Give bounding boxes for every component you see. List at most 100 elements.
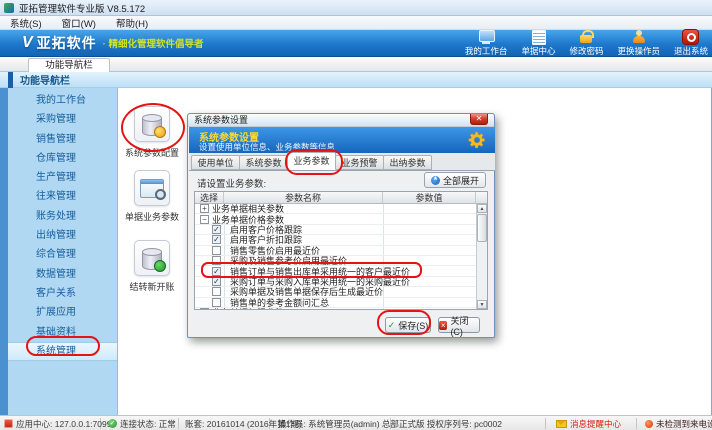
- sidebar-item[interactable]: 基础资料: [8, 323, 117, 342]
- scroll-up-icon[interactable]: ▲: [477, 204, 487, 213]
- toolbar-button-lock[interactable]: 修改密码: [569, 30, 603, 57]
- status-item-label: 连接状态: 正常: [120, 418, 176, 430]
- app-window: 亚拓管理软件专业版 V8.5.172 系统(S) 窗口(W) 帮助(H) V 亚拓软…: [0, 0, 712, 430]
- dialog-tab[interactable]: 业务预警: [335, 155, 384, 170]
- group-row-label: 业务单据权限参数: [212, 306, 284, 310]
- sidebar-item[interactable]: 仓库管理: [8, 149, 117, 168]
- dialog-titlebar[interactable]: 系统参数设置: [188, 114, 494, 127]
- toolbar-button-label: 我的工作台: [465, 45, 508, 57]
- database-sync-icon: [142, 249, 162, 270]
- close-button[interactable]: × 关闭(C): [438, 317, 480, 333]
- alert-dot-icon: [645, 420, 653, 428]
- toolbar-button-user[interactable]: 更换操作员: [617, 30, 660, 57]
- toolbar-button-power[interactable]: 退出系统: [674, 30, 708, 57]
- user-icon: [631, 30, 647, 44]
- table-header-spacer: [476, 192, 487, 203]
- check-icon: ✓: [388, 320, 396, 331]
- workspace-shortcut-label: 单据业务参数: [114, 210, 190, 223]
- close-x-icon: ×: [439, 321, 447, 330]
- toolbar-button-monitor[interactable]: 我的工作台: [465, 30, 508, 57]
- statusbar-separator: [178, 418, 179, 429]
- main-tab-strip: 功能导航栏: [0, 57, 712, 72]
- row-checkbox[interactable]: ✓: [212, 267, 221, 276]
- expand-all-label: 全部展开: [443, 174, 479, 187]
- sidebar-item[interactable]: 我的工作台: [8, 91, 117, 110]
- menu-item[interactable]: 窗口(W): [62, 16, 96, 30]
- dialog-title: 系统参数设置: [194, 115, 248, 125]
- statusbar-separator: [545, 418, 546, 429]
- statusbar-separator: [636, 418, 637, 429]
- workspace-shortcut[interactable]: 结转新开账: [114, 240, 190, 293]
- brand-logo-icon: V: [22, 34, 33, 52]
- save-button-label: 保存(S): [398, 319, 428, 332]
- brand-banner: V 亚拓软件 · 精细化管理软件倡导者 我的工作台 单据中心 修改密码更换操作员 退出…: [0, 30, 712, 57]
- workspace-shortcut[interactable]: 单据业务参数: [114, 170, 190, 223]
- sidebar-item[interactable]: 扩展应用: [8, 303, 117, 322]
- table-row[interactable]: +业务单据权限参数: [195, 308, 487, 310]
- row-checkbox[interactable]: [212, 246, 221, 255]
- sidebar-item[interactable]: 往来管理: [8, 187, 117, 206]
- sidebar-item[interactable]: 综合管理: [8, 245, 117, 264]
- toolbar-button-label: 更换操作员: [617, 45, 660, 57]
- save-button[interactable]: ✓ 保存(S): [385, 317, 431, 333]
- workspace-icon-box: [134, 170, 170, 206]
- toolbar-button-document[interactable]: 单据中心: [521, 30, 555, 57]
- table-column-header: 参数值: [383, 192, 476, 203]
- sidebar-item[interactable]: 系统管理: [8, 342, 117, 361]
- sidebar-item[interactable]: 客户关系: [8, 284, 117, 303]
- brand-slogan: · 精细化管理软件倡导者: [103, 36, 204, 50]
- toolbar-buttons: 我的工作台 单据中心 修改密码更换操作员 退出系统: [465, 30, 712, 57]
- workspace-icon-box: [134, 240, 170, 276]
- toolbar-button-label: 退出系统: [674, 45, 708, 57]
- params-prompt: 请设置业务参数:: [197, 176, 266, 190]
- lock-icon: [578, 30, 594, 44]
- expand-icon[interactable]: +: [200, 204, 209, 213]
- workspace-icon-box: [134, 106, 170, 142]
- status-item-label: 操作员: 系统管理员(admin) 总部: [278, 418, 399, 430]
- dialog-close-button[interactable]: ✕: [470, 114, 488, 125]
- sidebar-item[interactable]: 数据管理: [8, 265, 117, 284]
- scroll-thumb[interactable]: [477, 214, 487, 242]
- dialog-tab[interactable]: 系统参数: [239, 155, 288, 170]
- status-item: ✓连接状态: 正常: [108, 416, 176, 430]
- menu-item[interactable]: 系统(S): [10, 16, 42, 30]
- scroll-down-icon[interactable]: ▼: [477, 300, 487, 309]
- workspace-shortcut[interactable]: 系统参数配置: [114, 106, 190, 159]
- sidebar-item[interactable]: 账务处理: [8, 207, 117, 226]
- status-item-label: 消息提醒中心: [570, 418, 621, 430]
- status-item[interactable]: 消息提醒中心: [556, 416, 621, 430]
- row-checkbox[interactable]: ✓: [212, 277, 221, 286]
- status-item-label: 正式版 授权序列号: pc0002: [399, 418, 502, 430]
- toolbar-button-label: 单据中心: [521, 45, 555, 57]
- collapse-icon[interactable]: −: [200, 215, 209, 224]
- dialog-tab[interactable]: 使用单位: [191, 155, 240, 170]
- row-checkbox[interactable]: [212, 256, 221, 265]
- sidebar-item[interactable]: 采购管理: [8, 110, 117, 129]
- close-button-label: 关闭(C): [450, 314, 479, 337]
- tab-function-nav[interactable]: 功能导航栏: [28, 58, 110, 72]
- sidebar-item[interactable]: 生产管理: [8, 168, 117, 187]
- title-bar: 亚拓管理软件专业版 V8.5.172: [0, 0, 712, 16]
- monitor-icon: [478, 30, 494, 44]
- sidebar-item[interactable]: 销售管理: [8, 130, 117, 149]
- sidebar-item[interactable]: 出纳管理: [8, 226, 117, 245]
- row-checkbox[interactable]: ✓: [212, 235, 221, 244]
- expand-all-button[interactable]: * 全部展开: [424, 172, 486, 188]
- table-body: +业务单据相关参数−业务单据价格参数✓启用客户价格跟踪✓启用客户折扣跟踪销售零售…: [195, 204, 487, 310]
- vertical-scrollbar[interactable]: ▲ ▼: [476, 204, 487, 309]
- workspace-shortcut-label: 结转新开账: [114, 280, 190, 293]
- row-checkbox[interactable]: [212, 287, 221, 296]
- dialog-tab[interactable]: 出纳参数: [383, 155, 432, 170]
- brand-name: 亚拓软件: [37, 33, 97, 53]
- expand-icon[interactable]: +: [200, 308, 209, 310]
- row-checkbox[interactable]: ✓: [212, 225, 221, 234]
- params-table: 选择参数名称参数值 +业务单据相关参数−业务单据价格参数✓启用客户价格跟踪✓启用…: [194, 191, 488, 310]
- form-search-icon: [140, 179, 164, 198]
- status-item: 正式版 授权序列号: pc0002: [399, 416, 502, 430]
- menu-item[interactable]: 帮助(H): [116, 16, 148, 30]
- power-icon: [683, 30, 699, 44]
- dialog-tab[interactable]: 业务参数: [287, 152, 336, 170]
- system-params-dialog: 系统参数设置 ✕ 系统参数设置 设置使用单位信息、业务参数等信息 使用单位系统参…: [187, 113, 495, 338]
- status-item-label: 应用中心: 127.0.0.1:7099: [16, 418, 111, 430]
- message-icon: [556, 420, 567, 428]
